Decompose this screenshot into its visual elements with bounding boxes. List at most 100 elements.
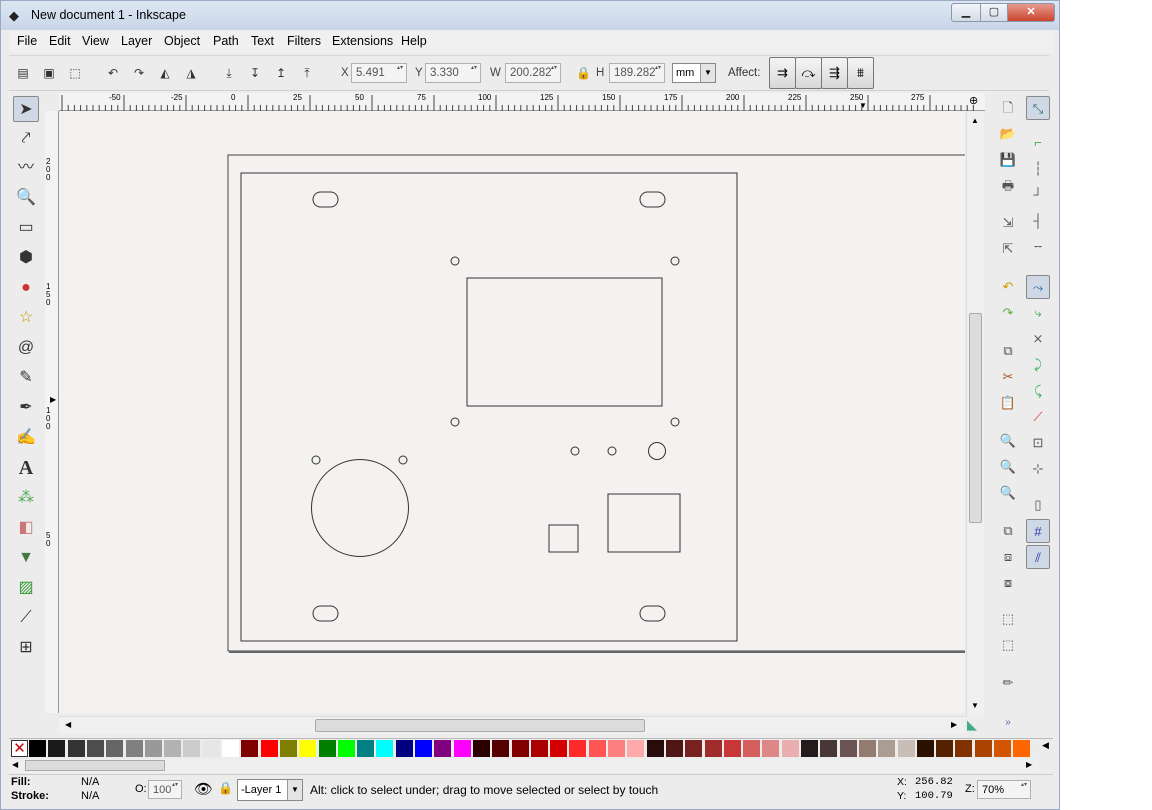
unit-select[interactable]: mm ▼ <box>672 63 716 83</box>
color-swatch[interactable] <box>453 740 471 757</box>
cut-icon[interactable]: ✂ <box>996 365 1020 389</box>
vertical-scrollbar[interactable]: ▲ ▼ <box>966 111 984 716</box>
color-swatch[interactable] <box>376 740 394 757</box>
vertical-scroll-thumb[interactable] <box>969 313 982 523</box>
color-swatch[interactable] <box>492 740 510 757</box>
text-tool-icon[interactable]: A <box>13 455 39 481</box>
3d-box-tool-icon[interactable]: ⬢ <box>13 245 39 271</box>
color-swatch[interactable] <box>743 740 761 757</box>
menu-filters[interactable]: Filters <box>287 34 321 48</box>
color-swatch[interactable] <box>588 740 606 757</box>
redo-icon[interactable]: ↷ <box>996 301 1020 325</box>
color-swatch[interactable] <box>434 740 452 757</box>
more-commands-icon[interactable]: » <box>996 711 1020 735</box>
tweak-tool-icon[interactable]: 〰 <box>13 155 39 181</box>
lock-layer-icon[interactable]: 🔒 <box>218 781 233 795</box>
affect-rounded-corners-button[interactable]: ⤼ <box>795 57 822 89</box>
snap-bbox-edges-icon[interactable]: ┆ <box>1026 157 1050 181</box>
affect-gradients-button[interactable]: ⇶ <box>821 57 848 89</box>
rectangle-tool-icon[interactable]: ▭ <box>13 215 39 241</box>
color-swatch[interactable] <box>106 740 124 757</box>
color-swatch[interactable] <box>781 740 799 757</box>
close-button[interactable]: ✕ <box>1007 3 1055 22</box>
pencil-tool-icon[interactable]: ✎ <box>13 365 39 391</box>
group-icon[interactable]: ⬚ <box>996 607 1020 631</box>
color-swatch[interactable] <box>29 740 46 757</box>
color-swatch[interactable] <box>955 740 973 757</box>
color-swatch[interactable] <box>144 740 162 757</box>
snap-nodes-icon[interactable]: ⤳ <box>1026 275 1050 299</box>
color-swatch[interactable] <box>646 740 664 757</box>
layer-select[interactable]: -Layer 1 ▼ <box>237 779 303 801</box>
color-swatch[interactable] <box>511 740 529 757</box>
export-icon[interactable]: ⇱ <box>996 237 1020 261</box>
print-icon[interactable]: 🖶 <box>996 174 1020 198</box>
drawing-canvas[interactable] <box>59 111 969 713</box>
snap-bbox-corners-icon[interactable]: ┘ <box>1026 183 1050 207</box>
zoom-tool-icon[interactable]: 🔍 <box>13 185 39 211</box>
color-swatch[interactable] <box>762 740 780 757</box>
snap-grids-icon[interactable]: # <box>1026 519 1050 543</box>
snap-toggle-icon[interactable]: ⤡ <box>1026 96 1050 120</box>
lower-icon[interactable]: ↧ <box>246 64 264 82</box>
flip-vertical-icon[interactable]: ◮ <box>182 64 200 82</box>
zoom-selection-icon[interactable]: 🔍 <box>996 429 1020 453</box>
opacity-input[interactable]: 100 <box>148 780 182 799</box>
snap-page-border-icon[interactable]: ▯ <box>1026 493 1050 517</box>
snap-smooth-nodes-icon[interactable]: ⤹ <box>1026 379 1050 403</box>
color-swatch[interactable] <box>936 740 954 757</box>
color-swatch[interactable] <box>627 740 645 757</box>
no-paint-swatch[interactable]: ✕ <box>11 740 28 757</box>
ungroup-icon[interactable]: ⬚ <box>996 633 1020 657</box>
connector-tool-icon[interactable]: ⊞ <box>13 635 39 661</box>
spiral-tool-icon[interactable]: @ <box>13 335 39 361</box>
spray-tool-icon[interactable]: ⁂ <box>13 485 39 511</box>
lock-icon[interactable]: 🔒 <box>576 66 591 80</box>
color-management-icon[interactable]: ◣ <box>967 717 977 733</box>
dropper-tool-icon[interactable]: ⟋ <box>13 605 39 631</box>
color-swatch[interactable] <box>395 740 413 757</box>
deselect-icon[interactable]: ⬚ <box>66 64 84 82</box>
color-swatch[interactable] <box>415 740 432 757</box>
menu-text[interactable]: Text <box>251 34 274 48</box>
color-swatch[interactable] <box>357 740 375 757</box>
scroll-left-icon[interactable]: ◀ <box>12 760 18 769</box>
horizontal-scrollbar[interactable]: ◀ ▶ <box>59 716 965 734</box>
snap-bbox-midpoints-icon[interactable]: ┤ <box>1026 209 1050 233</box>
save-icon[interactable]: 💾 <box>996 148 1020 172</box>
affect-patterns-button[interactable]: ⩩ <box>847 57 874 89</box>
color-swatch[interactable] <box>723 740 741 757</box>
color-swatch[interactable] <box>183 740 201 757</box>
zoom-page-icon[interactable]: 🔍 <box>996 481 1020 505</box>
color-swatch[interactable] <box>125 740 143 757</box>
star-tool-icon[interactable]: ☆ <box>13 305 39 331</box>
color-swatch[interactable] <box>530 740 548 757</box>
color-swatch[interactable] <box>974 740 992 757</box>
eraser-tool-icon[interactable]: ◧ <box>13 515 39 541</box>
fill-value[interactable]: N/A <box>81 776 99 788</box>
pen-tool-icon[interactable]: ✒ <box>13 395 39 421</box>
color-swatch[interactable] <box>279 740 297 757</box>
zoom-input[interactable]: 70% <box>977 780 1031 799</box>
snap-cusp-nodes-icon[interactable]: ⤸ <box>1026 353 1050 377</box>
paint-bucket-tool-icon[interactable]: ▼ <box>13 545 39 571</box>
undo-icon[interactable]: ↶ <box>996 275 1020 299</box>
unlink-clone-icon[interactable]: ⧇ <box>996 571 1020 595</box>
menu-extensions[interactable]: Extensions <box>332 34 393 48</box>
stroke-value[interactable]: N/A <box>81 790 99 802</box>
visibility-eye-icon[interactable]: 👁 <box>194 780 213 798</box>
color-swatch[interactable] <box>820 740 838 757</box>
color-swatch[interactable] <box>86 740 104 757</box>
lower-to-bottom-icon[interactable]: ⤓ <box>220 64 238 82</box>
color-swatch[interactable] <box>994 740 1011 757</box>
fill-stroke-icon[interactable]: ✏ <box>996 671 1020 695</box>
scroll-right-icon[interactable]: ▶ <box>1026 760 1032 769</box>
raise-to-top-icon[interactable]: ⤒ <box>298 64 316 82</box>
color-swatch[interactable] <box>202 740 220 757</box>
rotate-cw-icon[interactable]: ↷ <box>130 64 148 82</box>
menu-layer[interactable]: Layer <box>121 34 152 48</box>
snap-bbox-centers-icon[interactable]: ╌ <box>1026 235 1050 259</box>
color-swatch[interactable] <box>916 740 934 757</box>
color-swatch[interactable] <box>472 740 490 757</box>
color-swatch[interactable] <box>858 740 876 757</box>
